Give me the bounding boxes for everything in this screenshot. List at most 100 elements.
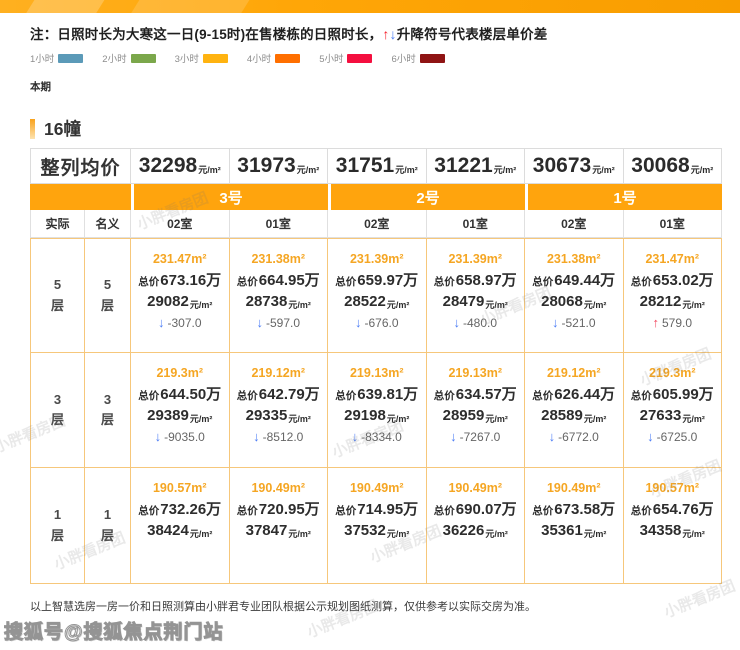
- diff-value: -597.0: [266, 316, 300, 330]
- column-header-room: 01室: [427, 210, 526, 238]
- note-suffix: 升降符号代表楼层单价差: [397, 27, 548, 42]
- diff-value: -6772.0: [558, 430, 599, 444]
- down-arrow-icon: ↓: [549, 429, 556, 444]
- diff-value: 579.0: [662, 316, 692, 330]
- price-unit: 元/m²: [584, 529, 607, 539]
- footer-note: 以上智慧选房一房一价和日照测算由小胖君专业团队根据公示规划图纸测算，仅供参考以实…: [30, 598, 536, 614]
- unit-total-price: 总价649.44万: [532, 269, 615, 290]
- down-arrow-icon: ↓: [390, 26, 397, 42]
- column-header-room: 02室: [131, 210, 230, 238]
- floor-suffix: 层: [51, 410, 64, 430]
- avg-price-value: 30068: [631, 154, 689, 178]
- column-header-room: 02室: [525, 210, 624, 238]
- total-label: 总价: [237, 390, 258, 402]
- unit-cell: 219.13m² 总价634.57万 28959元/m² ↓-7267.0: [427, 353, 526, 468]
- unit-area: 219.12m²: [251, 366, 305, 380]
- unit-price-value: 29389: [147, 407, 189, 424]
- down-arrow-icon: ↓: [453, 315, 460, 330]
- down-arrow-icon: ↓: [256, 315, 263, 330]
- unit-area: 190.49m²: [350, 481, 404, 495]
- unit-price: 28959元/m²: [443, 407, 508, 424]
- total-label: 总价: [335, 276, 356, 288]
- floor-number: 5: [54, 275, 61, 295]
- unit-cell: 219.12m² 总价642.79万 29335元/m² ↓-8512.0: [230, 353, 329, 468]
- price-unit: 元/m²: [288, 414, 311, 424]
- legend-label: 4小时: [247, 51, 271, 65]
- actual-floor-cell: 5层: [30, 238, 85, 353]
- total-label: 总价: [237, 276, 258, 288]
- avg-price-value: 31221: [434, 154, 492, 178]
- down-arrow-icon: ↓: [355, 315, 362, 330]
- column-header-room: 02室: [328, 210, 427, 238]
- price-diff: ↓-597.0: [256, 315, 300, 330]
- unit-price: 28738元/m²: [246, 293, 311, 310]
- unit-price-value: 29335: [246, 407, 288, 424]
- building-header-2: 2号: [328, 184, 525, 210]
- price-unit: 元/m²: [387, 300, 410, 310]
- total-value: 664.95万: [259, 272, 320, 289]
- price-diff: ↓-6725.0: [647, 429, 697, 444]
- floor-number: 1: [104, 505, 111, 525]
- legend-swatch-icon: [203, 54, 228, 63]
- unit-area: 219.13m²: [350, 366, 404, 380]
- unit-price-value: 29198: [344, 407, 386, 424]
- floor-number: 1: [54, 505, 61, 525]
- legend-item-1h: 1小时: [30, 51, 83, 65]
- price-unit: 元/m²: [395, 163, 418, 176]
- floor-number: 5: [104, 275, 111, 295]
- building-title: 16幢: [44, 116, 81, 141]
- total-value: 732.26万: [160, 501, 221, 518]
- floor-row-3: 3层 3层 219.3m² 总价644.50万 29389元/m² ↓-9035…: [30, 353, 722, 468]
- unit-area: 231.39m²: [448, 252, 502, 266]
- unit-total-price: 总价664.95万: [237, 269, 320, 290]
- unit-total-price: 总价634.57万: [434, 383, 517, 404]
- building-header-1: 1号: [525, 184, 722, 210]
- legend-label: 6小时: [391, 51, 415, 65]
- unit-total-price: 总价654.76万: [631, 498, 714, 519]
- note-text: 注：日照时长为大寒这一日(9-15时)在售楼栋的日照时长，↑↓升降符号代表楼层单…: [30, 23, 547, 43]
- floor-suffix: 层: [101, 526, 114, 546]
- legend-swatch-icon: [420, 54, 445, 63]
- legend-label: 2小时: [102, 51, 126, 65]
- note-prefix: 注：日照时长为大寒这一日(9-15时)在售楼栋的日照时长，: [30, 27, 382, 42]
- unit-price: 28522元/m²: [344, 293, 409, 310]
- unit-total-price: 总价720.95万: [237, 498, 320, 519]
- unit-price-value: 28479: [443, 293, 485, 310]
- unit-cell: 231.39m² 总价658.97万 28479元/m² ↓-480.0: [427, 238, 526, 353]
- total-label: 总价: [631, 505, 652, 517]
- floor-number: 3: [104, 390, 111, 410]
- price-table: 整列均价 32298元/m² 31973元/m² 31751元/m² 31221…: [30, 148, 722, 584]
- price-unit: 元/m²: [682, 300, 705, 310]
- column-header-actual: 实际: [30, 210, 85, 238]
- unit-total-price: 总价690.07万: [434, 498, 517, 519]
- total-label: 总价: [138, 276, 159, 288]
- unit-cell: 190.49m² 总价714.95万 37532元/m²: [328, 468, 427, 584]
- unit-price-value: 28522: [344, 293, 386, 310]
- unit-price-value: 37532: [344, 522, 386, 539]
- unit-cell: 231.47m² 总价673.16万 29082元/m² ↓-307.0: [131, 238, 230, 353]
- unit-price: 27633元/m²: [640, 407, 705, 424]
- price-unit: 元/m²: [682, 529, 705, 539]
- price-diff: ↓-480.0: [453, 315, 497, 330]
- unit-area: 219.3m²: [649, 366, 696, 380]
- total-label: 总价: [237, 505, 258, 517]
- unit-total-price: 总价658.97万: [434, 269, 517, 290]
- period-label: 本期: [30, 79, 51, 94]
- unit-price: 38424元/m²: [147, 522, 212, 539]
- price-diff: ↓-307.0: [158, 315, 202, 330]
- price-unit: 元/m²: [190, 300, 213, 310]
- price-diff: ↓-6772.0: [549, 429, 599, 444]
- unit-price-value: 28738: [246, 293, 288, 310]
- price-unit: 元/m²: [584, 414, 607, 424]
- diff-value: -9035.0: [164, 430, 205, 444]
- floor-row-5: 5层 5层 231.47m² 总价673.16万 29082元/m² ↓-307…: [30, 238, 722, 353]
- up-arrow-icon: ↑: [652, 315, 659, 330]
- unit-total-price: 总价642.79万: [237, 383, 320, 404]
- price-unit: 元/m²: [288, 529, 311, 539]
- unit-total-price: 总价605.99万: [631, 383, 714, 404]
- total-value: 653.02万: [653, 272, 714, 289]
- nominal-floor-cell: 1层: [85, 468, 131, 584]
- unit-cell: 190.57m² 总价732.26万 38424元/m²: [131, 468, 230, 584]
- unit-cell: 190.49m² 总价720.95万 37847元/m²: [230, 468, 329, 584]
- price-diff: ↓-521.0: [552, 315, 596, 330]
